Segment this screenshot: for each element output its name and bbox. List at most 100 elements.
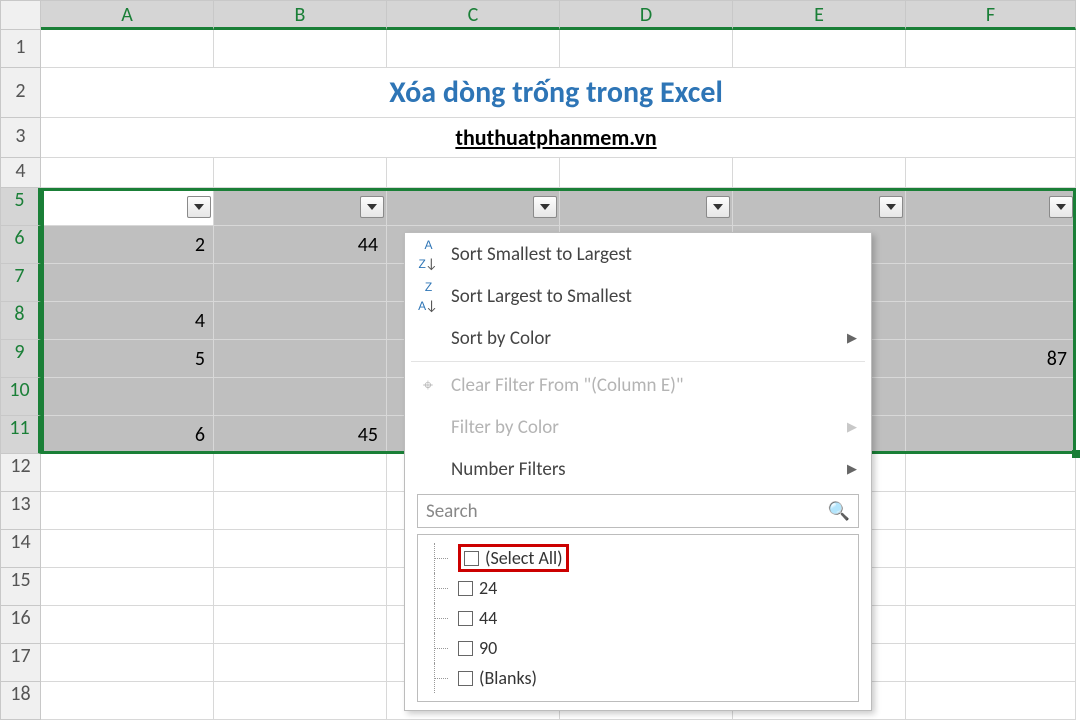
cell-A7[interactable] — [41, 264, 214, 302]
cell-E1[interactable] — [733, 30, 906, 68]
menu-sort-asc[interactable]: AZ↓ Sort Smallest to Largest — [405, 233, 871, 275]
row-header-15[interactable]: 15 — [0, 568, 41, 606]
select-all-corner[interactable] — [0, 0, 41, 30]
row-header-7[interactable]: 7 — [0, 264, 41, 302]
filter-button-C[interactable] — [533, 196, 557, 218]
row-header-10[interactable]: 10 — [0, 378, 41, 416]
row-header-3[interactable]: 3 — [0, 118, 41, 158]
cell-A13[interactable] — [41, 492, 214, 530]
title-cell[interactable]: Xóa dòng trống trong Excel — [41, 68, 1076, 118]
filter-tree-item-24[interactable]: 24 — [424, 573, 852, 603]
row-header-11[interactable]: 11 — [0, 416, 41, 454]
col-header-D[interactable]: D — [560, 0, 733, 30]
col-header-E[interactable]: E — [733, 0, 906, 30]
subtitle-cell[interactable]: thuthuatphanmem.vn — [41, 118, 1076, 158]
cell-B17[interactable] — [214, 644, 387, 682]
cell-F9[interactable]: 87 — [906, 340, 1076, 378]
row-header-2[interactable]: 2 — [0, 68, 41, 118]
cell-A1[interactable] — [41, 30, 214, 68]
cell-A12[interactable] — [41, 454, 214, 492]
cell-B1[interactable] — [214, 30, 387, 68]
row-header-13[interactable]: 13 — [0, 492, 41, 530]
filter-button-D[interactable] — [706, 196, 730, 218]
cell-C5[interactable] — [387, 188, 560, 226]
cell-C4[interactable] — [387, 158, 560, 188]
row-header-4[interactable]: 4 — [0, 158, 41, 188]
cell-F1[interactable] — [906, 30, 1076, 68]
cell-B11[interactable]: 45 — [214, 416, 387, 454]
cell-F4[interactable] — [906, 158, 1076, 188]
cell-B5[interactable] — [214, 188, 387, 226]
col-header-A[interactable]: A — [41, 0, 214, 30]
cell-C1[interactable] — [387, 30, 560, 68]
filter-search-input[interactable]: Search 🔍 — [417, 494, 859, 528]
cell-A8[interactable]: 4 — [41, 302, 214, 340]
cell-B10[interactable] — [214, 378, 387, 416]
cell-A10[interactable] — [41, 378, 214, 416]
cell-D4[interactable] — [560, 158, 733, 188]
cell-A18[interactable] — [41, 682, 214, 720]
row-header-9[interactable]: 9 — [0, 340, 41, 378]
cell-B18[interactable] — [214, 682, 387, 720]
checkbox-44[interactable] — [458, 611, 473, 626]
row-header-1[interactable]: 1 — [0, 30, 41, 68]
row-header-16[interactable]: 16 — [0, 606, 41, 644]
cell-F12[interactable] — [906, 454, 1076, 492]
row-header-17[interactable]: 17 — [0, 644, 41, 682]
cell-A11[interactable]: 6 — [41, 416, 214, 454]
checkbox-24[interactable] — [458, 581, 473, 596]
cell-B6[interactable]: 44 — [214, 226, 387, 264]
checkbox-blanks[interactable] — [458, 671, 473, 686]
cell-F13[interactable] — [906, 492, 1076, 530]
row-header-8[interactable]: 8 — [0, 302, 41, 340]
cell-A9[interactable]: 5 — [41, 340, 214, 378]
cell-F11[interactable] — [906, 416, 1076, 454]
row-header-18[interactable]: 18 — [0, 682, 41, 720]
checkbox-90[interactable] — [458, 641, 473, 656]
cell-A16[interactable] — [41, 606, 214, 644]
cell-E4[interactable] — [733, 158, 906, 188]
col-header-F[interactable]: F — [906, 0, 1076, 30]
row-header-12[interactable]: 12 — [0, 454, 41, 492]
cell-F16[interactable] — [906, 606, 1076, 644]
row-header-5[interactable]: 5 — [0, 188, 41, 226]
cell-F6[interactable] — [906, 226, 1076, 264]
cell-B16[interactable] — [214, 606, 387, 644]
cell-B7[interactable] — [214, 264, 387, 302]
cell-A14[interactable] — [41, 530, 214, 568]
cell-A6[interactable]: 2 — [41, 226, 214, 264]
cell-A17[interactable] — [41, 644, 214, 682]
filter-tree-item-44[interactable]: 44 — [424, 603, 852, 633]
cell-D5[interactable] — [560, 188, 733, 226]
cell-E5[interactable] — [733, 188, 906, 226]
cell-B4[interactable] — [214, 158, 387, 188]
menu-number-filters[interactable]: Number Filters ▶ — [405, 448, 871, 490]
cell-B15[interactable] — [214, 568, 387, 606]
cell-A5[interactable] — [41, 188, 214, 226]
cell-B13[interactable] — [214, 492, 387, 530]
menu-sort-by-color[interactable]: Sort by Color ▶ — [405, 317, 871, 359]
cell-F15[interactable] — [906, 568, 1076, 606]
cell-D1[interactable] — [560, 30, 733, 68]
cell-A15[interactable] — [41, 568, 214, 606]
cell-B12[interactable] — [214, 454, 387, 492]
filter-button-B[interactable] — [360, 196, 384, 218]
filter-button-A[interactable] — [187, 196, 211, 218]
row-header-6[interactable]: 6 — [0, 226, 41, 264]
selection-handle[interactable] — [1072, 450, 1080, 458]
filter-tree-item-blanks[interactable]: (Blanks) — [424, 663, 852, 693]
cell-B9[interactable] — [214, 340, 387, 378]
filter-button-F[interactable] — [1049, 196, 1073, 218]
cell-F17[interactable] — [906, 644, 1076, 682]
cell-F14[interactable] — [906, 530, 1076, 568]
checkbox-select-all[interactable] — [464, 551, 479, 566]
cell-F5[interactable] — [906, 188, 1076, 226]
cell-B14[interactable] — [214, 530, 387, 568]
cell-F7[interactable] — [906, 264, 1076, 302]
col-header-B[interactable]: B — [214, 0, 387, 30]
filter-tree-item-90[interactable]: 90 — [424, 633, 852, 663]
row-header-14[interactable]: 14 — [0, 530, 41, 568]
filter-button-E[interactable] — [879, 196, 903, 218]
filter-tree-select-all[interactable]: (Select All) — [424, 543, 852, 573]
cell-A4[interactable] — [41, 158, 214, 188]
